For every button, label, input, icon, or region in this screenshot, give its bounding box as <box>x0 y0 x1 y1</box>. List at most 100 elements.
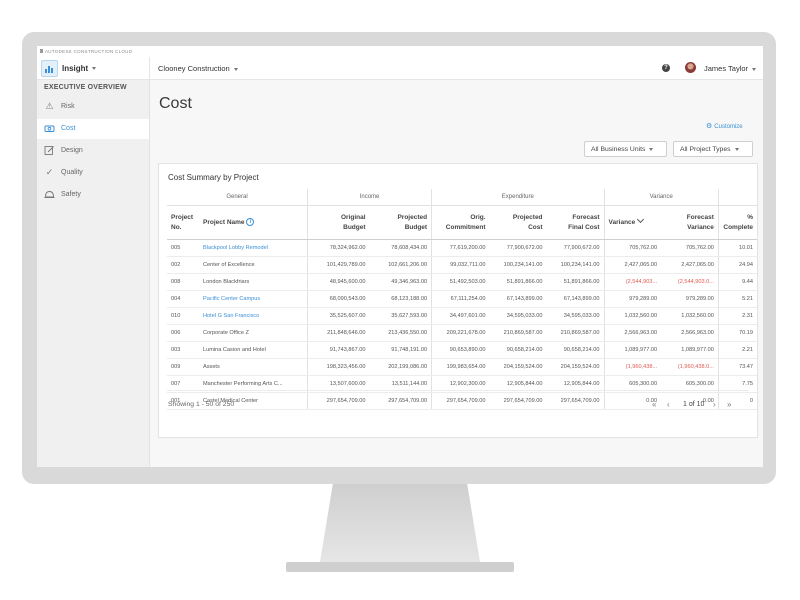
projected-budget-cell: 297,654,709.00 <box>369 392 433 410</box>
main-content: Cost ⚙ Customize All Business Units All P… <box>150 80 763 467</box>
hardhat-icon <box>44 189 55 200</box>
user-name: James Taylor <box>704 64 749 73</box>
projected-cost-cell: 210,869,587.00 <box>489 324 547 342</box>
next-page-icon[interactable]: › <box>713 400 716 409</box>
brand-label: AUTODESK CONSTRUCTION CLOUD <box>45 49 133 54</box>
table-row[interactable]: 010 Hotel G San Francisco 35,525,607.00 35,… <box>167 307 757 325</box>
projected-cost-cell: 297,654,709.00 <box>489 392 547 410</box>
original-budget-cell: 91,743,867.00 <box>307 341 370 359</box>
last-page-icon[interactable]: » <box>727 400 731 409</box>
variance-cell: 1,032,560.00 <box>604 307 662 325</box>
projected-cost-cell: 204,159,524.00 <box>489 358 547 376</box>
sidebar-item-risk[interactable]: ⚠ Risk <box>37 97 149 117</box>
sidebar-item-label: Design <box>61 147 83 154</box>
page-title: Cost <box>159 95 192 112</box>
first-page-icon[interactable]: « <box>652 400 656 409</box>
orig-commitment-cell: 67,111,254.00 <box>431 290 490 308</box>
column-header-project-no[interactable]: Project No. <box>167 205 199 240</box>
avatar[interactable] <box>685 62 696 73</box>
table-row[interactable]: 008 London Blackfriars 48,945,600.00 49,346… <box>167 273 757 291</box>
forecast-final-cost-cell: 67,143,899.00 <box>546 290 605 308</box>
project-types-dropdown[interactable]: All Project Types <box>673 141 753 157</box>
table-row[interactable]: 006 Corporate Office Z 211,848,646.00 213,4… <box>167 324 757 342</box>
original-budget-cell: 48,945,600.00 <box>307 273 370 291</box>
column-header-label: Forecast Variance <box>686 213 714 231</box>
column-header-label: Original Budget <box>340 213 366 231</box>
forecast-final-cost-cell: 297,654,709.00 <box>546 392 605 410</box>
table-row[interactable]: 003 Lumina Casion and Hotel 91,743,867.00 9… <box>167 341 757 359</box>
chevron-down-icon <box>649 147 654 151</box>
project-selector[interactable]: Clooney Construction <box>158 64 238 73</box>
projected-cost-cell: 90,658,214.00 <box>489 341 547 359</box>
group-header-variance: Variance <box>604 189 719 206</box>
table-row[interactable]: 009 Assets 198,323,456.00 202,199,086.00 199… <box>167 358 757 376</box>
projected-budget-cell: 68,123,188.00 <box>369 290 433 308</box>
variance-cell: (2,544,903... <box>604 273 662 291</box>
sidebar-item-cost[interactable]: Cost <box>37 119 149 139</box>
sidebar-item-design[interactable]: Design <box>37 141 149 161</box>
column-header-projected-budget[interactable]: Projected Budget <box>369 205 433 240</box>
projected-budget-cell: 91,748,191.00 <box>369 341 433 359</box>
group-header-expenditure: Expenditure <box>431 189 605 206</box>
help-icon[interactable]: ? <box>662 64 670 72</box>
forecast-variance-cell: 2,427,065.00 <box>661 256 719 274</box>
autodesk-logo-icon <box>40 49 43 53</box>
prev-page-icon[interactable]: ‹ <box>667 400 670 409</box>
forecast-final-cost-cell: 51,891,866.00 <box>546 273 605 291</box>
variance-cell: 2,427,065.00 <box>604 256 662 274</box>
page-info: 1 of 10 <box>683 401 705 408</box>
sort-desc-icon[interactable] <box>637 215 645 224</box>
forecast-variance-cell: 1,089,977.00 <box>661 341 719 359</box>
pct-complete-cell: 10.01 <box>718 239 757 257</box>
user-menu[interactable]: James Taylor <box>704 64 757 73</box>
orig-commitment-cell: 209,221,678.00 <box>431 324 490 342</box>
projected-budget-cell: 202,199,086.00 <box>369 358 433 376</box>
info-icon[interactable]: i <box>246 217 255 226</box>
column-header-variance[interactable]: Variance <box>604 205 662 240</box>
column-header-pct-complete[interactable]: % Complete <box>718 205 757 240</box>
sidebar-section-title: EXECUTIVE OVERVIEW <box>44 84 127 91</box>
customize-button[interactable]: ⚙ Customize <box>706 122 743 130</box>
column-header-original-budget[interactable]: Original Budget <box>307 205 370 240</box>
table-row[interactable]: 005 Blackpool Lobby Remodel 78,324,962.00 7… <box>167 239 757 257</box>
monitor-stand-base <box>286 562 514 572</box>
sidebar-item-safety[interactable]: Safety <box>37 185 149 205</box>
forecast-variance-cell: 1,032,560.00 <box>661 307 719 325</box>
column-header-projected-cost[interactable]: Projected Cost <box>489 205 547 240</box>
table-row[interactable]: 004 Pacific Center Campus 68,090,543.00 68,… <box>167 290 757 308</box>
original-budget-cell: 68,090,543.00 <box>307 290 370 308</box>
column-header-forecast-final-cost[interactable]: Forecast Final Cost <box>546 205 605 240</box>
project-name-cell: Assets <box>199 358 308 376</box>
forecast-variance-cell: 2,566,963.00 <box>661 324 719 342</box>
money-icon <box>44 123 55 134</box>
project-no-cell: 008 <box>167 273 199 291</box>
forecast-variance-cell: 979,289.00 <box>661 290 719 308</box>
column-header-orig-commitment[interactable]: Orig. Commitment <box>431 205 490 240</box>
chevron-down-icon <box>92 67 97 71</box>
column-header-forecast-variance[interactable]: Forecast Variance <box>661 205 719 240</box>
pct-complete-cell: 0 <box>718 392 757 410</box>
pct-complete-cell: 73.47 <box>718 358 757 376</box>
pct-complete-cell: 2.31 <box>718 307 757 325</box>
column-header-label: Forecast Final Cost <box>568 213 600 231</box>
project-name-cell: London Blackfriars <box>199 273 308 291</box>
orig-commitment-cell: 34,497,601.00 <box>431 307 490 325</box>
table-footer-divider <box>167 390 749 391</box>
column-header-project-name[interactable]: Project Name i <box>199 205 308 240</box>
project-name: Clooney Construction <box>158 64 230 73</box>
projected-budget-cell: 35,627,593.00 <box>369 307 433 325</box>
project-name-cell[interactable]: Pacific Center Campus <box>199 290 308 308</box>
project-name-cell[interactable]: Blackpool Lobby Remodel <box>199 239 308 257</box>
header-divider <box>149 57 150 79</box>
project-name-cell[interactable]: Hotel G San Francisco <box>199 307 308 325</box>
sidebar-item-quality[interactable]: ✓ Quality <box>37 163 149 183</box>
projected-cost-cell: 100,234,141.00 <box>489 256 547 274</box>
business-units-dropdown[interactable]: All Business Units <box>584 141 667 157</box>
chevron-down-icon <box>233 67 238 71</box>
projected-cost-cell: 51,891,866.00 <box>489 273 547 291</box>
pct-complete-cell: 2.21 <box>718 341 757 359</box>
insight-app-icon[interactable] <box>41 60 58 77</box>
table-row[interactable]: 002 Center of Excellence 101,429,789.00 102… <box>167 256 757 274</box>
projected-cost-cell: 77,900,672.00 <box>489 239 547 257</box>
app-switcher[interactable]: Insight <box>62 64 97 73</box>
